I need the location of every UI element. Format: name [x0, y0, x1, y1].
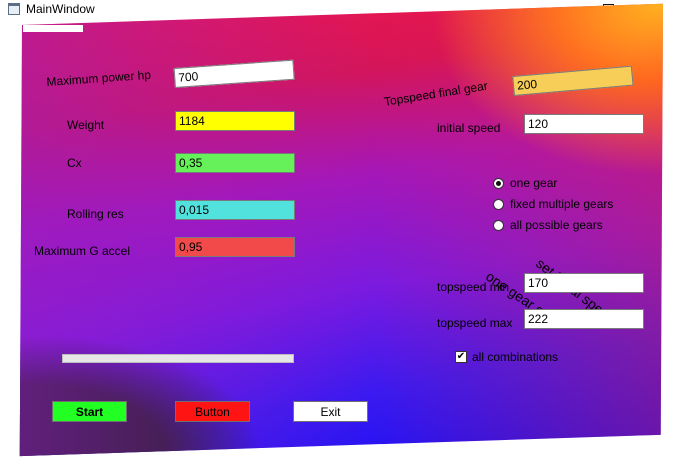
all-combinations-label: all combinations [472, 350, 559, 364]
weight-label: Weight [67, 118, 105, 132]
max-g-accel-input[interactable] [175, 237, 295, 257]
window-title: MainWindow [26, 2, 95, 16]
window-app-icon [8, 3, 20, 15]
start-button[interactable]: Start [52, 401, 127, 422]
rolling-res-input[interactable] [175, 200, 295, 220]
topspeed-min-input[interactable] [524, 273, 644, 293]
cx-label: Cx [67, 156, 82, 170]
radio-fixed-multiple-gears[interactable]: fixed multiple gears [493, 197, 613, 211]
radio-all-possible-gears-label: all possible gears [510, 218, 603, 232]
exit-button-label: Exit [320, 404, 341, 419]
cx-input[interactable] [175, 153, 295, 173]
topspeed-min-label: topspeed min [437, 280, 510, 294]
weight-input[interactable] [175, 111, 295, 131]
radio-fixed-multiple-gears-indicator [493, 198, 504, 210]
rolling-res-label: Rolling res [67, 207, 124, 221]
checkmark-icon: ✔ [455, 351, 467, 363]
max-g-accel-label: Maximum G accel [34, 244, 131, 258]
initial-speed-label: initial speed [437, 121, 501, 135]
top-white-strip [23, 25, 83, 32]
topspeed-max-label: topspeed max [437, 316, 513, 330]
topspeed-max-input[interactable] [524, 309, 644, 329]
button-button[interactable]: Button [175, 401, 250, 422]
radio-fixed-multiple-gears-label: fixed multiple gears [510, 197, 614, 211]
button-button-label: Button [195, 404, 230, 419]
radio-one-gear[interactable]: one gear [493, 176, 557, 190]
start-button-label: Start [75, 404, 104, 419]
radio-all-possible-gears[interactable]: all possible gears [493, 218, 603, 232]
all-combinations-checkbox[interactable]: ✔ all combinations [455, 350, 558, 364]
radio-one-gear-indicator [493, 177, 504, 189]
initial-speed-input[interactable] [524, 114, 644, 134]
radio-all-possible-gears-indicator [493, 219, 504, 231]
exit-button[interactable]: Exit [293, 401, 368, 422]
progress-bar [62, 354, 294, 363]
radio-one-gear-label: one gear [510, 176, 558, 190]
